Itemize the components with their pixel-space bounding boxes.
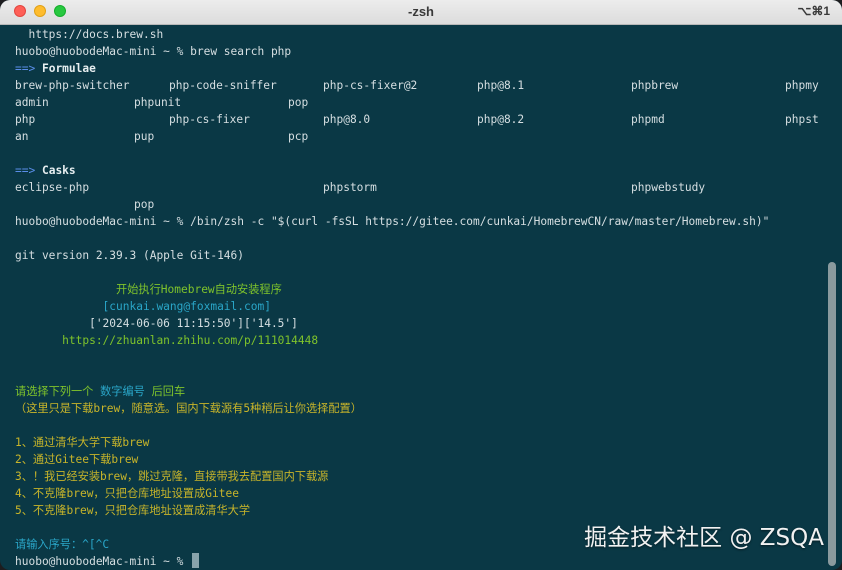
menu-option: 4、不克隆brew，只把仓库地址设置成Gitee: [15, 487, 239, 500]
terminal-line[interactable]: huobo@huobodeMac-mini ~ %: [15, 553, 825, 570]
window-title: -zsh: [408, 4, 434, 19]
cask-item: phpwebstudy: [631, 181, 706, 194]
arrow-marker: ==>: [15, 62, 36, 75]
formula-item: phpst: [785, 113, 819, 126]
cask-item: pop: [134, 198, 155, 211]
menu-option: 3、！我已经安装brew，跳过克隆，直接带我去配置国内下载源: [15, 470, 329, 483]
formula-item: pup: [134, 130, 155, 143]
formula-item: phpmd: [631, 113, 665, 126]
choose-prompt: 请选择下列一个 数字编号 后回车: [15, 383, 825, 400]
formula-item: php@8.2: [477, 113, 525, 126]
formula-item: php-cs-fixer: [169, 113, 250, 126]
text-cursor[interactable]: [192, 553, 200, 568]
command-text: brew search php: [190, 45, 292, 58]
shell-prompt: huobo@huobodeMac-mini ~ %: [15, 555, 191, 568]
formula-item: phpunit: [134, 96, 182, 109]
formula-row: php php-cs-fixer php@8.0 php@8.2 phpmd p…: [15, 111, 825, 128]
banner-url: https://zhuanlan.zhihu.com/p/111014448: [15, 334, 319, 347]
formula-item: pcp: [288, 130, 309, 143]
formula-item: php@8.1: [477, 79, 525, 92]
terminal-line: https://docs.brew.sh: [15, 28, 164, 41]
cask-item: phpstorm: [323, 181, 377, 194]
choose-highlight: 数字编号: [100, 385, 145, 398]
formula-item: php: [15, 113, 36, 126]
git-version-line: git version 2.39.3 (Apple Git-146): [15, 249, 245, 262]
cask-item: eclipse-php: [15, 181, 90, 194]
scrollbar-thumb[interactable]: [828, 262, 836, 566]
command-text: /bin/zsh -c "$(curl -fsSL https://gitee.…: [190, 215, 770, 228]
choose-note: （这里只是下载brew，随意选。国内下载源有5种稍后让你选择配置）: [15, 402, 362, 415]
formula-item: phpbrew: [631, 79, 679, 92]
formula-row: admin phpunit pop: [15, 94, 825, 111]
formula-row: brew-php-switcher php-code-sniffer php-c…: [15, 77, 825, 94]
formula-row: an pup pcp: [15, 128, 825, 145]
choose-prefix: 请选择下列一个: [15, 385, 101, 398]
window-shortcut: ⌥⌘1: [797, 4, 830, 18]
section-title: Formulae: [41, 62, 96, 75]
banner-email: [cunkai.wang@foxmail.com]: [15, 300, 271, 313]
title-bar: -zsh ⌥⌘1: [0, 0, 842, 25]
section-header: ==> Casks: [15, 162, 825, 179]
terminal-line: huobo@huobodeMac-mini ~ % brew search ph…: [15, 43, 825, 60]
choose-suffix: 后回车: [144, 385, 186, 398]
formula-item: php-code-sniffer: [169, 79, 277, 92]
menu-option: 1、通过清华大学下载brew: [15, 436, 150, 449]
menu-option: 5、不克隆brew，只把仓库地址设置成清华大学: [15, 504, 251, 517]
formula-item: phpmy: [785, 79, 819, 92]
terminal-line: huobo@huobodeMac-mini ~ % /bin/zsh -c "$…: [15, 213, 825, 230]
watermark: 掘金技术社区 @ ZSQA: [584, 525, 824, 551]
terminal-window: -zsh ⌥⌘1 https://docs.brew.sh huobo@huob…: [0, 0, 842, 570]
banner-title: 开始执行Homebrew自动安装程序: [15, 283, 282, 296]
section-header: ==> Formulae: [15, 60, 825, 77]
formula-item: php-cs-fixer@2: [323, 79, 418, 92]
menu-option: 2、通过Gitee下载brew: [15, 453, 139, 466]
formula-item: php@8.0: [323, 113, 371, 126]
banner-date: ['2024-06-06 11:15:50']['14.5']: [15, 317, 298, 330]
formula-item: admin: [15, 96, 49, 109]
cask-row: pop: [15, 196, 825, 213]
formula-item: pop: [288, 96, 309, 109]
formula-item: brew-php-switcher: [15, 79, 130, 92]
shell-prompt: huobo@huobodeMac-mini ~ %: [15, 45, 191, 58]
formula-item: an: [15, 130, 29, 143]
terminal-output[interactable]: https://docs.brew.sh huobo@huobodeMac-mi…: [15, 26, 825, 570]
cask-row: eclipse-php phpstorm phpwebstudy: [15, 179, 825, 196]
